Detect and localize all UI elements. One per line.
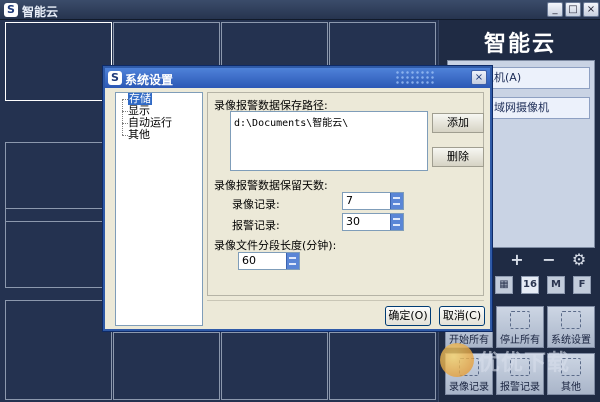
dialog-footer-divider <box>207 300 484 301</box>
record-log-label: 录像记录 <box>449 382 489 393</box>
record-days-value: 7 <box>346 194 353 207</box>
delete-path-button[interactable]: 删除 <box>432 147 484 167</box>
video-cell[interactable] <box>5 22 112 101</box>
network-icon <box>510 311 530 329</box>
spinner-arrows-icon[interactable] <box>390 214 403 230</box>
fullscreen-view-button[interactable]: F <box>573 276 591 294</box>
segment-length-spinner[interactable]: 60 <box>238 252 300 270</box>
record-days-spinner[interactable]: 7 <box>342 192 404 210</box>
dialog-close-button[interactable]: × <box>471 70 487 85</box>
video-cell[interactable] <box>113 332 220 400</box>
app-logo-icon: S <box>4 3 18 17</box>
tree-line <box>122 99 123 135</box>
video-cell[interactable] <box>5 300 112 400</box>
system-settings-dialog: S 系统设置 × 存储 显示 自动运行 其他 录像报警数据保存路径: d:\Do… <box>103 66 492 331</box>
retention-label: 录像报警数据保留天数: <box>214 179 328 192</box>
dialog-logo-icon: S <box>108 71 122 85</box>
ok-button[interactable]: 确定(O) <box>385 306 431 326</box>
spinner-arrows-icon[interactable] <box>286 253 299 269</box>
dialog-titlebar: S 系统设置 × <box>105 68 490 88</box>
system-settings-button[interactable]: 系统设置 <box>547 306 595 348</box>
window-title: 智能云 <box>22 5 59 19</box>
record-days-label: 录像记录: <box>232 198 280 211</box>
add-path-button[interactable]: 添加 <box>432 113 484 133</box>
sixteen-view-button[interactable]: 16 <box>521 276 539 294</box>
main-titlebar: S 智能云 _ □ × <box>0 0 600 20</box>
add-icon[interactable]: + <box>507 250 527 270</box>
save-path-list[interactable]: d:\Documents\智能云\ <box>230 111 428 171</box>
video-cell[interactable] <box>5 208 112 288</box>
m-view-button[interactable]: M <box>547 276 565 294</box>
segment-length-value: 60 <box>242 254 256 267</box>
cancel-button[interactable]: 取消(C) <box>439 306 485 326</box>
tree-item-other[interactable]: 其他 <box>128 129 150 141</box>
maximize-button[interactable]: □ <box>565 2 581 17</box>
stop-all-button[interactable]: 停止所有 <box>496 306 544 348</box>
grid-view-icon[interactable]: ▦ <box>495 276 513 294</box>
brand-title: 智能云 <box>483 32 556 57</box>
video-cell[interactable] <box>221 332 328 400</box>
minimize-button[interactable]: _ <box>547 2 563 17</box>
alarm-days-value: 30 <box>346 215 360 228</box>
settings-tree: 存储 显示 自动运行 其他 <box>115 92 203 326</box>
save-path-item[interactable]: d:\Documents\智能云\ <box>234 114 424 129</box>
alarm-days-label: 报警记录: <box>232 219 280 232</box>
gear-icon[interactable]: ⚙ <box>569 250 589 270</box>
dialog-title: 系统设置 <box>125 73 174 87</box>
settings-icon <box>561 311 581 329</box>
alarm-log-label: 报警记录 <box>500 382 540 393</box>
alarm-days-spinner[interactable]: 30 <box>342 213 404 231</box>
watermark-text: 优优下载 <box>478 351 571 376</box>
watermark-logo-icon <box>440 343 474 377</box>
spinner-arrows-icon[interactable] <box>390 193 403 209</box>
storage-settings-panel: 录像报警数据保存路径: d:\Documents\智能云\ 添加 删除 录像报警… <box>207 92 484 296</box>
close-button[interactable]: × <box>583 2 599 17</box>
video-cell[interactable] <box>329 332 436 400</box>
segment-length-label: 录像文件分段长度(分钟): <box>214 239 337 252</box>
other-label: 其他 <box>561 382 581 393</box>
titlebar-decoration <box>395 70 435 86</box>
remove-icon[interactable]: − <box>539 250 559 270</box>
